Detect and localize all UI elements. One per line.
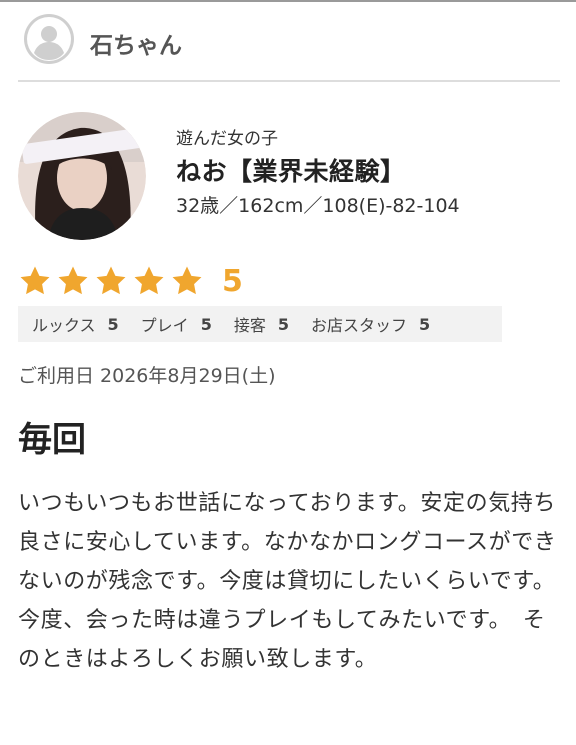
girl-name[interactable]: ねお【業界未経験】 — [176, 154, 460, 190]
subscore-label: ルックス — [32, 316, 96, 335]
star-rating — [18, 264, 204, 298]
review-body: いつもいつもお世話になっております。安定の気持ち良さに安心しています。なかなかロ… — [18, 491, 557, 672]
subscore-value: 5 — [277, 314, 289, 334]
user-avatar-icon — [24, 14, 74, 64]
reviewer-name: 石ちゃん — [90, 33, 182, 59]
review-title: 毎回 — [18, 420, 86, 460]
subscore-item: お店スタッフ 5 — [311, 312, 438, 336]
subscore-label: 接客 — [233, 316, 266, 335]
girl-photo[interactable] — [18, 112, 146, 240]
star-icon — [134, 266, 164, 295]
girl-profile[interactable]: 遊んだ女の子 ねお【業界未経験】 32歳／162cm／108(E)-82-104 — [18, 112, 558, 242]
subscore-value: 5 — [200, 314, 212, 334]
girl-stats: 32歳／162cm／108(E)-82-104 — [176, 195, 460, 217]
subscore-value: 5 — [419, 314, 431, 334]
top-divider — [0, 0, 576, 2]
star-icon — [96, 266, 126, 295]
subscore-item: プレイ 5 — [141, 312, 220, 336]
girl-info: 遊んだ女の子 ねお【業界未経験】 32歳／162cm／108(E)-82-104 — [176, 126, 460, 220]
star-icon — [172, 266, 202, 295]
girl-caption: 遊んだ女の子 — [176, 129, 278, 149]
subscore-label: お店スタッフ — [310, 316, 407, 335]
rating-score: 5 — [222, 264, 243, 299]
visit-date: ご利用日 2026年8月29日(土) — [18, 365, 276, 387]
subscore-item: ルックス 5 — [32, 312, 127, 336]
reviewer-header: 石ちゃん — [18, 14, 560, 82]
subscore-item: 接客 5 — [234, 312, 297, 336]
star-icon — [20, 266, 50, 295]
subscore-value: 5 — [107, 314, 119, 334]
star-icon — [58, 266, 88, 295]
subscore-label: プレイ — [140, 316, 189, 335]
subscore-bar: ルックス 5 プレイ 5 接客 5 お店スタッフ 5 — [18, 306, 502, 342]
